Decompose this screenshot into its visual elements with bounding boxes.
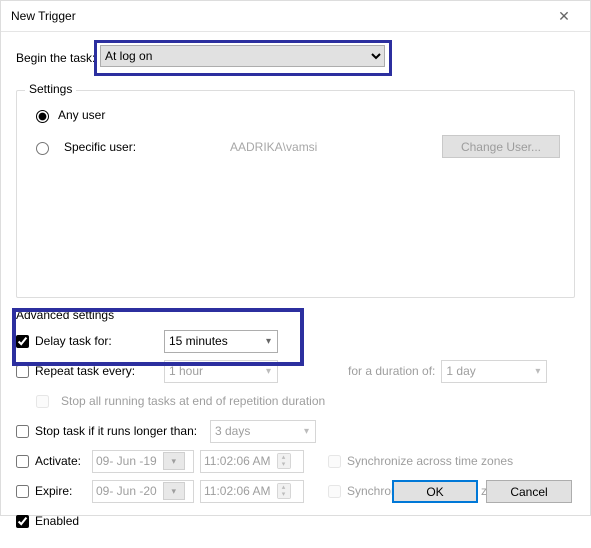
change-user-button: Change User... [442, 135, 560, 158]
begin-task-label: Begin the task: [16, 51, 95, 65]
advanced-settings-group: Delay task for: 15 minutes ▾ Repeat task… [16, 326, 575, 536]
repeat-duration-select: 1 day ▾ [441, 360, 547, 383]
stop-repetition-label: Stop all running tasks at end of repetit… [61, 394, 325, 408]
cancel-button[interactable]: Cancel [486, 480, 572, 503]
stop-repetition-checkbox [36, 395, 49, 408]
specific-user-radio[interactable] [36, 142, 49, 155]
activate-sync-tz-label: Synchronize across time zones [347, 454, 513, 468]
calendar-icon: ▾ [163, 482, 185, 500]
chevron-down-icon: ▾ [260, 336, 277, 347]
expire-checkbox[interactable] [16, 485, 29, 498]
chevron-down-icon: ▾ [529, 366, 546, 377]
chevron-down-icon: ▾ [298, 426, 315, 437]
activate-time-picker: 11:02:06 AM ▴▾ [200, 450, 304, 473]
enabled-checkbox[interactable] [16, 515, 29, 528]
delay-task-checkbox[interactable] [16, 335, 29, 348]
spinner-icon: ▴▾ [277, 483, 291, 499]
expire-time-picker: 11:02:06 AM ▴▾ [200, 480, 304, 503]
dialog-title: New Trigger [11, 9, 76, 23]
delay-task-select[interactable]: 15 minutes ▾ [164, 330, 278, 353]
enabled-label: Enabled [35, 514, 79, 528]
activate-sync-tz-checkbox [328, 455, 341, 468]
stop-longer-checkbox[interactable] [16, 425, 29, 438]
expire-date-picker: 09- Jun -20 ▾ [92, 480, 194, 503]
activate-checkbox[interactable] [16, 455, 29, 468]
begin-task-select[interactable]: At log on [100, 45, 385, 67]
specific-user-value: AADRIKA\vamsi [230, 140, 430, 154]
close-button[interactable]: ✕ [544, 2, 584, 30]
repeat-task-select: 1 hour ▾ [164, 360, 278, 383]
new-trigger-dialog: New Trigger ✕ Begin the task: At log on … [0, 0, 591, 516]
chevron-down-icon: ▾ [260, 366, 277, 377]
dialog-buttons: OK Cancel [392, 480, 572, 503]
settings-group: Settings Any user Specific user: AADRIKA… [16, 90, 575, 298]
stop-longer-select: 3 days ▾ [210, 420, 316, 443]
repeat-task-checkbox[interactable] [16, 365, 29, 378]
any-user-radio[interactable] [36, 110, 49, 123]
activate-label: Activate: [35, 454, 81, 468]
ok-button[interactable]: OK [392, 480, 478, 503]
expire-sync-tz-checkbox [328, 485, 341, 498]
calendar-icon: ▾ [163, 452, 185, 470]
specific-user-label: Specific user: [64, 140, 224, 154]
spinner-icon: ▴▾ [277, 453, 291, 469]
any-user-label: Any user [58, 108, 105, 122]
settings-legend: Settings [25, 82, 76, 96]
titlebar: New Trigger ✕ [1, 1, 590, 32]
delay-task-label: Delay task for: [35, 334, 112, 348]
stop-longer-label: Stop task if it runs longer than: [35, 424, 197, 438]
activate-date-picker: 09- Jun -19 ▾ [92, 450, 194, 473]
repeat-task-label: Repeat task every: [35, 364, 135, 378]
expire-label: Expire: [35, 484, 72, 498]
begin-task-highlight: At log on [94, 40, 392, 76]
advanced-settings-legend: Advanced settings [16, 308, 575, 322]
repeat-duration-label: for a duration of: [348, 364, 435, 378]
close-icon: ✕ [558, 9, 570, 23]
